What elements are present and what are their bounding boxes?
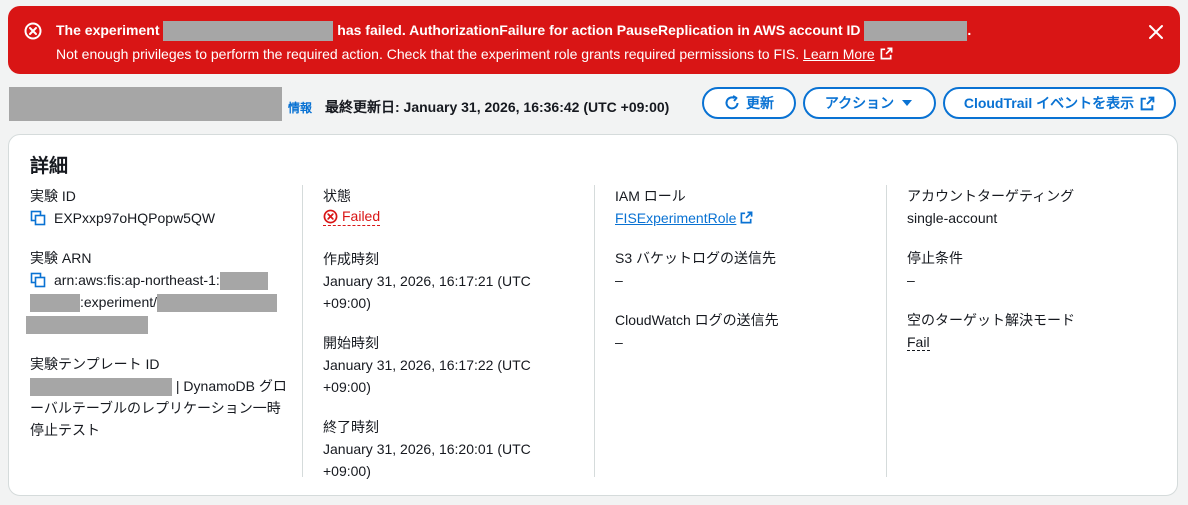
start-time-field: 開始時刻 January 31, 2026, 16:17:22 (UTC +09:… (323, 332, 594, 398)
details-container: 詳細 実験 ID EXPxxp97oHQPopw5QW 実験 ARN arn:a… (8, 134, 1178, 496)
arn-prefix: arn:aws:fis:ap-northeast-1: (54, 272, 220, 288)
account-targeting-value: single-account (907, 210, 998, 226)
refresh-label: 更新 (746, 95, 774, 111)
external-link-icon (740, 211, 753, 224)
template-name-part1: | DynamoDB グロ (175, 378, 287, 394)
learn-more-link[interactable]: Learn More (803, 46, 893, 62)
status-value: Failed (342, 208, 381, 224)
template-name-part2: ーバルテーブルのレプリケーション一時 (30, 400, 281, 416)
redacted-account-id (864, 21, 968, 42)
view-cloudtrail-events-button[interactable]: CloudTrail イベントを表示 (943, 87, 1176, 119)
stop-condition-value: – (907, 272, 915, 288)
iam-role-label: IAM ロール (615, 188, 686, 204)
end-time-tz: +09:00) (323, 462, 371, 479)
end-time-value: January 31, 2026, 16:20:01 (UTC (323, 440, 531, 457)
iam-role-link[interactable]: FISExperimentRole (615, 210, 736, 226)
account-targeting-label: アカウントターゲティング (907, 188, 1075, 204)
error-detail-text: Not enough privileges to perform the req… (56, 46, 800, 62)
empty-target-mode-value[interactable]: Fail (907, 334, 930, 351)
stop-condition-label: 停止条件 (907, 250, 963, 266)
experiment-arn-label: 実験 ARN (30, 250, 92, 266)
redacted-arn-tail (26, 316, 148, 335)
start-time-value: January 31, 2026, 16:17:22 (UTC (323, 356, 531, 373)
copy-icon[interactable] (30, 272, 46, 288)
external-link-icon (880, 47, 893, 60)
stop-condition-field: 停止条件 – (907, 247, 1176, 291)
actions-label: アクション (824, 95, 895, 111)
error-circle-icon (24, 22, 42, 40)
redacted-arn-account-2 (30, 294, 80, 313)
s3-log-label: S3 バケットログの送信先 (615, 250, 777, 266)
account-targeting-field: アカウントターゲティング single-account (907, 185, 1176, 229)
start-time-tz: +09:00) (323, 378, 371, 395)
experiment-id-value: EXPxxp97oHQPopw5QW (54, 210, 216, 226)
learn-more-label: Learn More (803, 46, 875, 62)
error-title-end: . (967, 22, 972, 38)
details-heading: 詳細 (30, 156, 69, 177)
status-field: 状態 Failed (323, 185, 594, 230)
template-name-part3: 停止テスト (30, 422, 100, 438)
close-icon[interactable] (1146, 22, 1166, 42)
empty-target-mode-field: 空のターゲット解決モード Fail (907, 309, 1176, 353)
cloudwatch-log-value: – (615, 334, 623, 350)
s3-log-destination-field: S3 バケットログの送信先 – (615, 247, 886, 291)
copy-icon[interactable] (30, 210, 46, 226)
arn-middle: :experiment/ (80, 294, 158, 310)
cloudwatch-log-destination-field: CloudWatch ログの送信先 – (615, 309, 886, 353)
template-id-field: 実験テンプレート ID | DynamoDB グロ ーバルテーブルのレプリケーシ… (30, 353, 302, 441)
redacted-arn-account (219, 272, 268, 291)
empty-target-mode-label: 空のターゲット解決モード (907, 312, 1075, 328)
redacted-experiment-title (9, 87, 282, 121)
created-time-field: 作成時刻 January 31, 2026, 16:17:21 (UTC +09:… (323, 248, 594, 314)
error-flashbar: The experiment has failed. Authorization… (8, 6, 1180, 74)
error-title-prefix: The experiment (56, 22, 160, 38)
created-time-value: January 31, 2026, 16:17:21 (UTC (323, 272, 531, 289)
status-label: 状態 (323, 188, 351, 204)
details-column-3: IAM ロール FISExperimentRole S3 バケットログの送信先 … (594, 185, 886, 477)
s3-log-value: – (615, 272, 623, 288)
details-column-4: アカウントターゲティング single-account 停止条件 – 空のターゲ… (886, 185, 1176, 477)
start-time-label: 開始時刻 (323, 334, 379, 351)
actions-dropdown-button[interactable]: アクション (803, 87, 936, 119)
end-time-label: 終了時刻 (323, 418, 379, 435)
iam-role-field: IAM ロール FISExperimentRole (615, 185, 886, 229)
redacted-arn-experiment (157, 294, 278, 313)
caret-down-icon (902, 100, 913, 106)
info-link[interactable]: 情報 (288, 99, 312, 116)
redacted-experiment-name (163, 21, 334, 42)
error-message-detail: Not enough privileges to perform the req… (56, 44, 893, 64)
created-time-label: 作成時刻 (323, 250, 379, 267)
cloudtrail-label: CloudTrail イベントを表示 (963, 95, 1135, 111)
experiment-arn-field: 実験 ARN arn:aws:fis:ap-northeast-1: :expe… (26, 247, 302, 335)
external-link-icon (1140, 96, 1155, 110)
last-updated-text: 最終更新日: January 31, 2026, 16:36:42 (UTC +… (325, 99, 670, 115)
error-message-title: The experiment has failed. Authorization… (56, 20, 972, 42)
created-time-tz: +09:00) (323, 294, 371, 311)
status-failed-badge[interactable]: Failed (323, 207, 381, 226)
details-column-2: 状態 Failed 作成時刻 January 31, 2026, 16:17:2… (302, 185, 594, 479)
experiment-id-label: 実験 ID (30, 188, 76, 204)
end-time-field: 終了時刻 January 31, 2026, 16:20:01 (UTC +09:… (323, 416, 594, 482)
experiment-id-field: 実験 ID EXPxxp97oHQPopw5QW (30, 185, 302, 229)
error-title-middle: has failed. AuthorizationFailure for act… (337, 22, 861, 38)
template-id-label: 実験テンプレート ID (30, 356, 160, 372)
cloudwatch-log-label: CloudWatch ログの送信先 (615, 312, 779, 328)
error-circle-icon (323, 209, 338, 223)
refresh-button[interactable]: 更新 (702, 87, 796, 119)
details-column-1: 実験 ID EXPxxp97oHQPopw5QW 実験 ARN arn:aws:… (26, 185, 302, 477)
iam-role-value: FISExperimentRole (615, 210, 737, 226)
redacted-template-id (30, 378, 172, 397)
refresh-icon (725, 95, 739, 110)
